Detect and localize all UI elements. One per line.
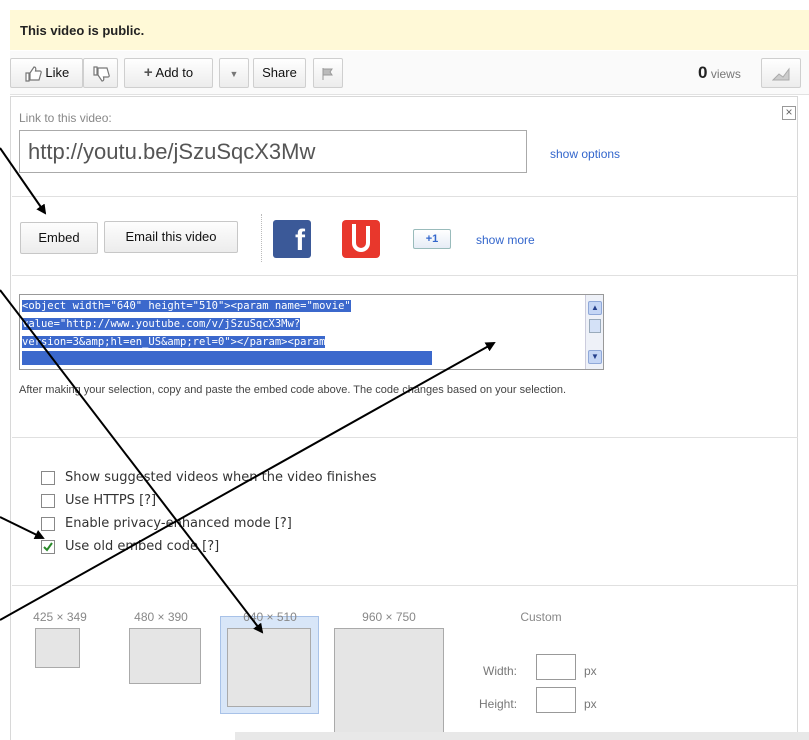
show-more-link[interactable]: show more (476, 233, 535, 247)
divider (12, 196, 798, 197)
link-label: Link to this video: (19, 111, 112, 125)
option-label: Use HTTPS [?] (65, 493, 157, 508)
show-options-link[interactable]: show options (550, 147, 620, 161)
embed-code-line: version=3&amp;hl=en_US&amp;rel=0"></para… (22, 336, 326, 348)
custom-title: Custom (520, 610, 562, 624)
checkbox[interactable] (41, 517, 55, 531)
add-to-button[interactable]: + Add to (124, 58, 213, 88)
thumbs-up-icon (25, 65, 42, 82)
blogger-icon[interactable] (342, 220, 380, 258)
like-label: Like (45, 65, 70, 80)
stats-chart-icon (772, 67, 790, 81)
px-unit-label: px (584, 697, 597, 711)
view-count-label: views (710, 67, 741, 81)
checkmark-icon (43, 542, 53, 552)
scroll-down-icon[interactable]: ▼ (588, 350, 602, 364)
separator (261, 214, 262, 262)
size-thumbnail[interactable] (35, 628, 80, 668)
size-option-640[interactable]: 640 × 510 (227, 610, 313, 624)
add-to-dropdown-button[interactable]: ▼ (219, 58, 249, 88)
video-link-input[interactable]: http://youtu.be/jSzuSqcX3Mw (19, 130, 527, 173)
facebook-icon[interactable]: f (273, 220, 311, 258)
divider (12, 585, 798, 586)
size-label: 480 × 390 (134, 610, 188, 624)
embed-code-text: <object width="640" height="510"><param … (22, 297, 582, 369)
custom-height-input[interactable] (536, 687, 576, 713)
checkbox[interactable] (41, 471, 55, 485)
thumbs-down-icon (92, 65, 110, 82)
like-button[interactable]: Like (10, 58, 83, 88)
plus-icon: + (143, 64, 153, 81)
scroll-thumb[interactable] (589, 319, 601, 333)
size-label: 425 × 349 (33, 610, 87, 624)
flag-button[interactable] (313, 58, 343, 88)
option-label: Use old embed code [?] (65, 539, 220, 554)
public-notice-bar: This video is public. (10, 10, 809, 50)
google-plus-one-button[interactable]: +1 (413, 229, 451, 249)
add-to-label: Add to (155, 65, 194, 80)
embed-code-scrollbar[interactable]: ▲ ▼ (585, 295, 603, 369)
size-option-425[interactable]: 425 × 349 (24, 610, 96, 624)
dropdown-arrow-icon: ▼ (229, 69, 239, 79)
option-label: Enable privacy-enhanced mode [?] (65, 516, 292, 531)
option-label: Show suggested videos when the video fin… (65, 470, 377, 485)
size-option-480[interactable]: 480 × 390 (122, 610, 200, 624)
share-label: Share (262, 65, 297, 80)
view-count-number: 0 (698, 63, 708, 82)
embed-code-textarea[interactable]: <object width="640" height="510"><param … (19, 294, 604, 370)
embed-code-line: value="http://www.youtube.com/v/jSzuSqcX… (22, 318, 301, 330)
dislike-button[interactable] (83, 58, 118, 88)
checkbox-checked[interactable] (41, 540, 55, 554)
size-thumbnail[interactable] (227, 628, 311, 707)
height-label: Height: (479, 697, 518, 711)
custom-size-title: Custom (501, 610, 581, 624)
embed-help-text: After making your selection, copy and pa… (19, 384, 567, 396)
public-notice-text: This video is public. (20, 23, 145, 38)
divider (12, 437, 798, 438)
bottom-strip (235, 732, 809, 740)
size-label: 960 × 750 (362, 610, 416, 624)
email-video-button[interactable]: Email this video (104, 221, 238, 253)
width-label: Width: (483, 664, 518, 678)
checkbox[interactable] (41, 494, 55, 508)
size-label: 640 × 510 (243, 610, 297, 624)
divider (12, 275, 798, 276)
embed-button[interactable]: Embed (20, 222, 98, 254)
share-panel: Link to this video: × http://youtu.be/jS… (10, 96, 798, 740)
close-icon[interactable]: × (782, 106, 796, 120)
px-unit-label: px (584, 664, 597, 678)
size-thumbnail[interactable] (334, 628, 444, 736)
scroll-up-icon[interactable]: ▲ (588, 301, 602, 315)
stats-button[interactable] (761, 58, 801, 88)
flag-icon (322, 67, 333, 80)
view-count: 0 views (698, 63, 741, 83)
size-thumbnail[interactable] (129, 628, 201, 684)
custom-width-input[interactable] (536, 654, 576, 680)
share-button[interactable]: Share (253, 58, 306, 88)
video-action-toolbar: Like + Add to ▼ Share 0 views (10, 51, 809, 95)
size-option-960[interactable]: 960 × 750 (344, 610, 434, 624)
embed-code-line: <object width="640" height="510"><param … (22, 300, 351, 312)
